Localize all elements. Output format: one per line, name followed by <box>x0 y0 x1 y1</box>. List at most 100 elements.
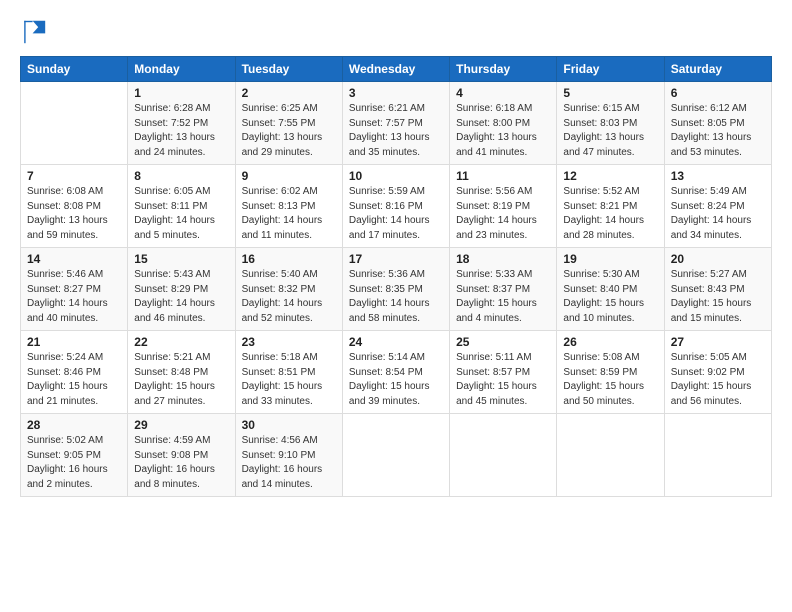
day-info: Sunrise: 5:56 AM Sunset: 8:19 PM Dayligh… <box>456 185 550 243</box>
day-number: 10 <box>349 169 443 183</box>
day-number: 8 <box>134 169 228 183</box>
logo <box>20 18 52 46</box>
day-number: 15 <box>134 252 228 266</box>
day-number: 3 <box>349 86 443 100</box>
day-info: Sunrise: 4:56 AM Sunset: 9:10 PM Dayligh… <box>242 434 336 492</box>
day-info: Sunrise: 5:08 AM Sunset: 8:59 PM Dayligh… <box>563 351 657 409</box>
day-info: Sunrise: 6:28 AM Sunset: 7:52 PM Dayligh… <box>134 102 228 160</box>
day-number: 21 <box>27 335 121 349</box>
day-number: 7 <box>27 169 121 183</box>
day-number: 24 <box>349 335 443 349</box>
calendar-cell <box>342 414 449 497</box>
calendar-cell: 3 Sunrise: 6:21 AM Sunset: 7:57 PM Daylig… <box>342 82 449 165</box>
day-info: Sunrise: 6:18 AM Sunset: 8:00 PM Dayligh… <box>456 102 550 160</box>
calendar-cell: 29 Sunrise: 4:59 AM Sunset: 9:08 PM Dayli… <box>128 414 235 497</box>
calendar-cell <box>557 414 664 497</box>
day-info: Sunrise: 6:08 AM Sunset: 8:08 PM Dayligh… <box>27 185 121 243</box>
weekday-header-thursday: Thursday <box>450 57 557 82</box>
calendar-cell: 11Sunrise: 5:56 AM Sunset: 8:19 PM Dayli… <box>450 165 557 248</box>
calendar-cell: 18 Sunrise: 5:33 AM Sunset: 8:37 PM Dayli… <box>450 248 557 331</box>
day-number: 16 <box>242 252 336 266</box>
calendar-cell: 7 Sunrise: 6:08 AM Sunset: 8:08 PM Daylig… <box>21 165 128 248</box>
calendar-week-row: 1 Sunrise: 6:28 AM Sunset: 7:52 PM Daylig… <box>21 82 772 165</box>
calendar-table: SundayMondayTuesdayWednesdayThursdayFrid… <box>20 56 772 497</box>
calendar-cell: 1 Sunrise: 6:28 AM Sunset: 7:52 PM Daylig… <box>128 82 235 165</box>
day-number: 6 <box>671 86 765 100</box>
weekday-header-row: SundayMondayTuesdayWednesdayThursdayFrid… <box>21 57 772 82</box>
calendar-cell: 13 Sunrise: 5:49 AM Sunset: 8:24 PM Dayli… <box>664 165 771 248</box>
day-number: 4 <box>456 86 550 100</box>
day-info: Sunrise: 5:14 AM Sunset: 8:54 PM Dayligh… <box>349 351 443 409</box>
calendar-cell: 17 Sunrise: 5:36 AM Sunset: 8:35 PM Dayli… <box>342 248 449 331</box>
calendar-cell: 2Sunrise: 6:25 AM Sunset: 7:55 PM Daylig… <box>235 82 342 165</box>
day-info: Sunrise: 5:27 AM Sunset: 8:43 PM Dayligh… <box>671 268 765 326</box>
day-info: Sunrise: 5:02 AM Sunset: 9:05 PM Dayligh… <box>27 434 121 492</box>
calendar-cell <box>21 82 128 165</box>
calendar-cell: 15 Sunrise: 5:43 AM Sunset: 8:29 PM Dayli… <box>128 248 235 331</box>
day-number: 23 <box>242 335 336 349</box>
weekday-header-tuesday: Tuesday <box>235 57 342 82</box>
calendar-cell: 21 Sunrise: 5:24 AM Sunset: 8:46 PM Dayli… <box>21 331 128 414</box>
day-number: 20 <box>671 252 765 266</box>
calendar-cell: 16 Sunrise: 5:40 AM Sunset: 8:32 PM Dayli… <box>235 248 342 331</box>
day-info: Sunrise: 5:59 AM Sunset: 8:16 PM Dayligh… <box>349 185 443 243</box>
day-info: Sunrise: 5:52 AM Sunset: 8:21 PM Dayligh… <box>563 185 657 243</box>
calendar-cell: 4 Sunrise: 6:18 AM Sunset: 8:00 PM Daylig… <box>450 82 557 165</box>
calendar-cell: 19Sunrise: 5:30 AM Sunset: 8:40 PM Dayli… <box>557 248 664 331</box>
day-info: Sunrise: 5:43 AM Sunset: 8:29 PM Dayligh… <box>134 268 228 326</box>
day-number: 22 <box>134 335 228 349</box>
calendar-cell <box>664 414 771 497</box>
day-number: 5 <box>563 86 657 100</box>
calendar-week-row: 28Sunrise: 5:02 AM Sunset: 9:05 PM Dayli… <box>21 414 772 497</box>
day-info: Sunrise: 5:40 AM Sunset: 8:32 PM Dayligh… <box>242 268 336 326</box>
day-info: Sunrise: 6:05 AM Sunset: 8:11 PM Dayligh… <box>134 185 228 243</box>
day-info: Sunrise: 5:33 AM Sunset: 8:37 PM Dayligh… <box>456 268 550 326</box>
calendar-cell: 24 Sunrise: 5:14 AM Sunset: 8:54 PM Dayli… <box>342 331 449 414</box>
calendar-cell: 9 Sunrise: 6:02 AM Sunset: 8:13 PM Daylig… <box>235 165 342 248</box>
day-number: 25 <box>456 335 550 349</box>
calendar-cell: 30 Sunrise: 4:56 AM Sunset: 9:10 PM Dayli… <box>235 414 342 497</box>
day-info: Sunrise: 5:05 AM Sunset: 9:02 PM Dayligh… <box>671 351 765 409</box>
day-info: Sunrise: 5:11 AM Sunset: 8:57 PM Dayligh… <box>456 351 550 409</box>
day-number: 29 <box>134 418 228 432</box>
calendar-week-row: 21 Sunrise: 5:24 AM Sunset: 8:46 PM Dayli… <box>21 331 772 414</box>
weekday-header-monday: Monday <box>128 57 235 82</box>
weekday-header-wednesday: Wednesday <box>342 57 449 82</box>
day-number: 19 <box>563 252 657 266</box>
day-info: Sunrise: 4:59 AM Sunset: 9:08 PM Dayligh… <box>134 434 228 492</box>
calendar-cell: 5 Sunrise: 6:15 AM Sunset: 8:03 PM Daylig… <box>557 82 664 165</box>
day-info: Sunrise: 5:18 AM Sunset: 8:51 PM Dayligh… <box>242 351 336 409</box>
calendar-cell: 27 Sunrise: 5:05 AM Sunset: 9:02 PM Dayli… <box>664 331 771 414</box>
calendar-cell: 22Sunrise: 5:21 AM Sunset: 8:48 PM Dayli… <box>128 331 235 414</box>
day-number: 30 <box>242 418 336 432</box>
calendar-cell: 23 Sunrise: 5:18 AM Sunset: 8:51 PM Dayli… <box>235 331 342 414</box>
day-number: 9 <box>242 169 336 183</box>
day-number: 13 <box>671 169 765 183</box>
calendar-cell: 14Sunrise: 5:46 AM Sunset: 8:27 PM Dayli… <box>21 248 128 331</box>
day-info: Sunrise: 6:15 AM Sunset: 8:03 PM Dayligh… <box>563 102 657 160</box>
logo-icon <box>20 18 48 46</box>
day-info: Sunrise: 6:02 AM Sunset: 8:13 PM Dayligh… <box>242 185 336 243</box>
calendar-cell: 26Sunrise: 5:08 AM Sunset: 8:59 PM Dayli… <box>557 331 664 414</box>
page: SundayMondayTuesdayWednesdayThursdayFrid… <box>0 0 792 612</box>
day-number: 14 <box>27 252 121 266</box>
calendar-cell: 12 Sunrise: 5:52 AM Sunset: 8:21 PM Dayli… <box>557 165 664 248</box>
day-info: Sunrise: 6:21 AM Sunset: 7:57 PM Dayligh… <box>349 102 443 160</box>
day-info: Sunrise: 5:49 AM Sunset: 8:24 PM Dayligh… <box>671 185 765 243</box>
day-info: Sunrise: 5:36 AM Sunset: 8:35 PM Dayligh… <box>349 268 443 326</box>
day-info: Sunrise: 5:24 AM Sunset: 8:46 PM Dayligh… <box>27 351 121 409</box>
day-number: 27 <box>671 335 765 349</box>
header <box>20 18 772 46</box>
calendar-cell <box>450 414 557 497</box>
calendar-cell: 20 Sunrise: 5:27 AM Sunset: 8:43 PM Dayli… <box>664 248 771 331</box>
day-number: 17 <box>349 252 443 266</box>
day-info: Sunrise: 6:12 AM Sunset: 8:05 PM Dayligh… <box>671 102 765 160</box>
day-number: 2 <box>242 86 336 100</box>
weekday-header-friday: Friday <box>557 57 664 82</box>
calendar-week-row: 14Sunrise: 5:46 AM Sunset: 8:27 PM Dayli… <box>21 248 772 331</box>
day-number: 1 <box>134 86 228 100</box>
calendar-cell: 6 Sunrise: 6:12 AM Sunset: 8:05 PM Daylig… <box>664 82 771 165</box>
calendar-cell: 25 Sunrise: 5:11 AM Sunset: 8:57 PM Dayli… <box>450 331 557 414</box>
day-number: 18 <box>456 252 550 266</box>
day-number: 12 <box>563 169 657 183</box>
